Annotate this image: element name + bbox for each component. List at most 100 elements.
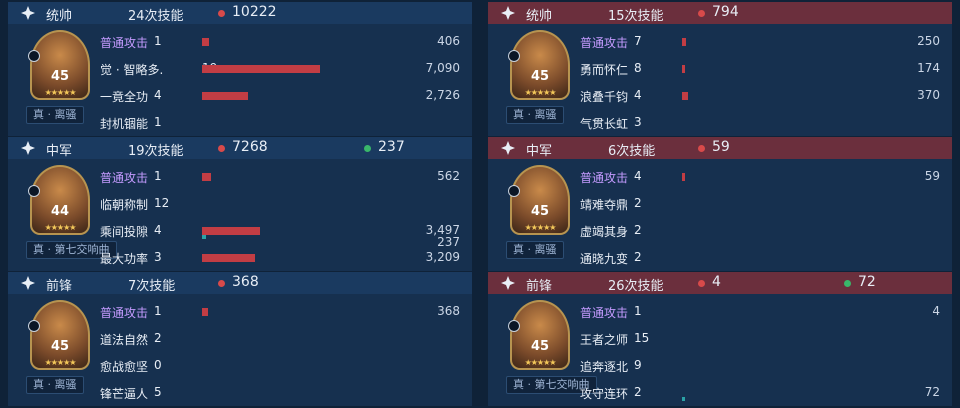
role-icon <box>20 140 36 156</box>
heal-total: 72 <box>858 274 876 290</box>
skill-trigger-count: 8 <box>634 61 642 75</box>
skill-name: 普通攻击 <box>580 306 629 320</box>
star-rating: ★★★★★ <box>44 358 77 367</box>
skill-trigger-count: 4 <box>154 88 162 102</box>
skill-row: 普通攻击 1 368 <box>100 302 460 322</box>
skill-value: 174 <box>917 61 940 75</box>
skill-trigger-count: 3 <box>634 115 642 129</box>
skill-value-secondary: 237 <box>437 235 460 249</box>
general-header: 中军 19次技能 7268 237 <box>8 137 472 159</box>
skill-trigger-count: 2 <box>154 331 162 345</box>
skill-trigger-count: 15 <box>634 331 650 345</box>
skill-trigger-count: 12 <box>154 196 170 210</box>
damage-bar <box>202 254 255 262</box>
skill-trigger-count: 4 <box>634 88 642 102</box>
damage-bar <box>682 38 686 46</box>
general-header: 中军 6次技能 59 <box>488 137 952 159</box>
skill-row: 道法自然 2 <box>100 329 460 349</box>
damage-bar <box>682 173 685 181</box>
skill-value: 72 <box>924 385 940 399</box>
skill-name: 普通攻击 <box>100 306 149 320</box>
skill-row: 通晓九变 2 <box>580 248 940 268</box>
skill-value: 370 <box>917 88 940 102</box>
heal-bar <box>202 235 206 239</box>
skill-row: 攻守连环 2 72 <box>580 383 940 403</box>
skill-name: 王者之师 <box>580 333 629 347</box>
skill-name: 普通攻击 <box>580 171 629 185</box>
damage-total: 7268 <box>232 139 268 155</box>
skill-name: 普通攻击 <box>100 171 149 185</box>
skill-trigger-count: 1 <box>154 115 162 129</box>
general-block: 统帅 24次技能 10222 45 ★★★★★ 真 · 离骚 普通攻击 1 406 觉 · 智略多… <box>8 2 472 136</box>
skill-row: 临朝称制 12 <box>100 194 460 214</box>
damage-bar <box>202 227 260 235</box>
skill-trigger-count: 3 <box>154 250 162 264</box>
general-header: 统帅 15次技能 794 <box>488 2 952 24</box>
skill-value: 7,090 <box>425 61 460 75</box>
role-label: 中军 <box>46 144 73 159</box>
skill-name: 通晓九变 <box>580 252 629 266</box>
level: 45 <box>530 339 550 354</box>
skill-trigger-count: 1 <box>154 169 162 183</box>
general-header: 前锋 26次技能 4 72 <box>488 272 952 294</box>
skill-row: 靖难夺鼎 2 <box>580 194 940 214</box>
skill-trigger-count: 1 <box>154 304 162 318</box>
skill-name: 封机锢能 <box>100 117 149 131</box>
skill-row: 气贯长虹 3 <box>580 113 940 133</box>
level: 44 <box>50 204 70 219</box>
heal-bar <box>682 397 685 401</box>
level: 45 <box>50 69 70 84</box>
skill-name: 一竟全功 <box>100 90 149 104</box>
general-portrait[interactable]: 45 ★★★★★ <box>508 30 570 100</box>
skill-name: 虚竭其身 <box>580 225 629 239</box>
general-portrait[interactable]: 45 ★★★★★ <box>508 165 570 235</box>
damage-dot-icon <box>698 10 705 17</box>
skill-name: 勇而怀仁 <box>580 63 629 77</box>
general-block: 前锋 7次技能 368 45 ★★★★★ 真 · 离骚 普通攻击 1 368 道法自然 2 愈战愈坚 0… <box>8 272 472 406</box>
damage-dot-icon <box>218 145 225 152</box>
level: 45 <box>530 69 550 84</box>
level: 45 <box>530 204 550 219</box>
skill-row: 觉 · 智略多.197,090 <box>100 59 460 79</box>
badge-icon <box>508 185 520 197</box>
skill-row: 虚竭其身 2 <box>580 221 940 241</box>
star-rating: ★★★★★ <box>524 358 557 367</box>
role-icon <box>500 140 516 156</box>
skill-name: 觉 · 智略多. <box>100 63 164 77</box>
skill-row: 锋芒逼人 5 <box>100 383 460 403</box>
general-portrait[interactable]: 45 ★★★★★ <box>28 30 90 100</box>
general-block: 统帅 15次技能 794 45 ★★★★★ 真 · 离骚 普通攻击 7 250 勇而怀仁 8 174 浪… <box>488 2 952 136</box>
general-block: 中军 19次技能 7268 237 44 ★★★★★ 真 · 第七交响曲 普通攻击 1 562 临朝… <box>8 137 472 271</box>
general-block: 前锋 26次技能 4 72 45 ★★★★★ 真 · 第七交响曲 普通攻击 1 4 王者之师 15 追奔… <box>488 272 952 406</box>
skill-count-text: 26次技能 <box>608 279 664 294</box>
skill-trigger-count: 2 <box>634 250 642 264</box>
damage-total: 10222 <box>232 4 277 20</box>
skill-trigger-count: 4 <box>154 223 162 237</box>
damage-bar <box>202 308 208 316</box>
damage-bar <box>682 65 685 73</box>
skill-value: 562 <box>437 169 460 183</box>
star-rating: ★★★★★ <box>524 88 557 97</box>
skill-trigger-count: 9 <box>634 358 642 372</box>
role-icon <box>500 5 516 21</box>
skill-row: 勇而怀仁 8 174 <box>580 59 940 79</box>
general-portrait[interactable]: 45 ★★★★★ <box>508 300 570 370</box>
damage-bar <box>202 38 209 46</box>
general-tag: 真 · 离骚 <box>506 106 564 124</box>
skill-trigger-count: 1 <box>634 304 642 318</box>
skill-name: 愈战愈坚 <box>100 360 149 374</box>
skill-row: 普通攻击 4 59 <box>580 167 940 187</box>
skill-count-text: 7次技能 <box>128 279 176 294</box>
general-tag: 真 · 离骚 <box>26 376 84 394</box>
skill-trigger-count: 4 <box>634 169 642 183</box>
general-portrait[interactable]: 44 ★★★★★ <box>28 165 90 235</box>
skill-row: 乘间投隙 4 3,497 237 <box>100 221 460 249</box>
skill-trigger-count: 1 <box>154 34 162 48</box>
skill-name: 临朝称制 <box>100 198 149 212</box>
general-portrait[interactable]: 45 ★★★★★ <box>28 300 90 370</box>
skill-row: 王者之师 15 <box>580 329 940 349</box>
heal-dot-icon <box>364 145 371 152</box>
damage-bar <box>682 92 688 100</box>
skill-count-text: 15次技能 <box>608 9 664 24</box>
skill-value: 59 <box>924 169 940 183</box>
